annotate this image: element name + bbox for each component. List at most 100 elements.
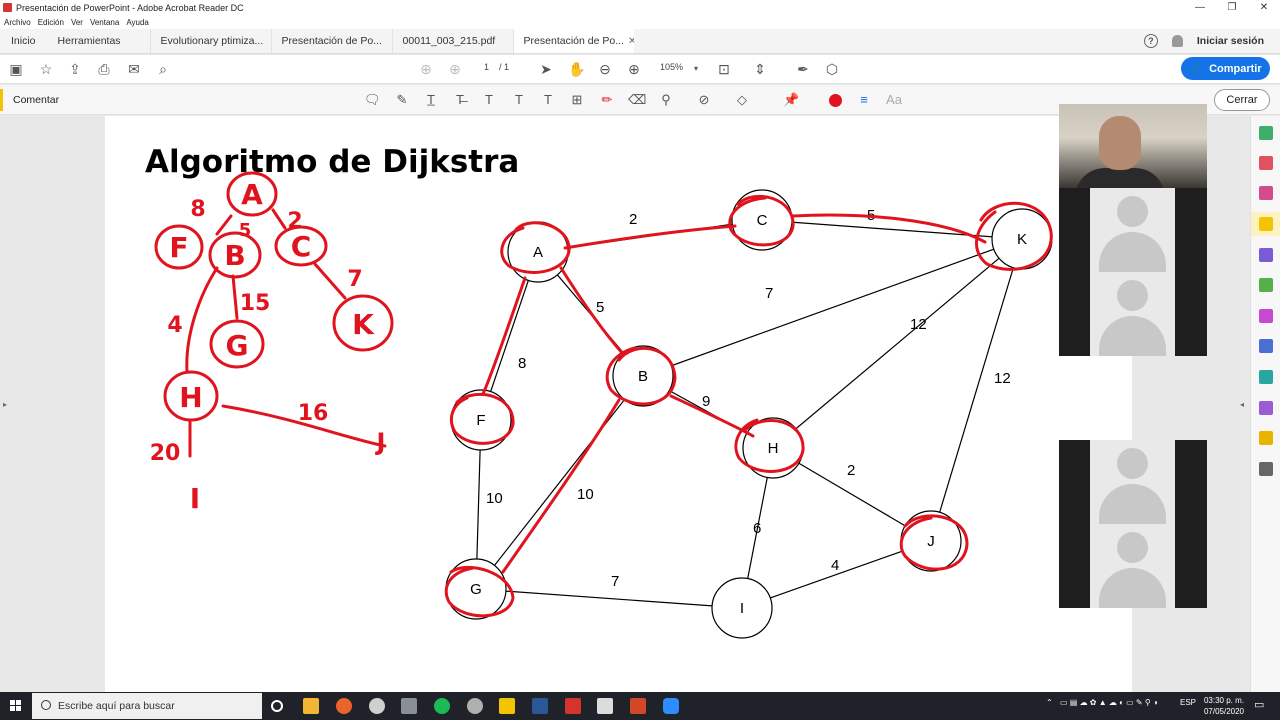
spotify-icon[interactable] bbox=[434, 698, 450, 714]
eraser-icon[interactable]: ⌫ bbox=[628, 92, 646, 108]
export-pdf-icon[interactable] bbox=[1259, 126, 1273, 140]
app-icon[interactable] bbox=[467, 698, 483, 714]
tray-icons[interactable]: ▭ ▤ ☁ ✿ ▲ ☁ ◐ ▭ ✎ ⚲ ◑ bbox=[1060, 698, 1158, 707]
zoom-in-icon[interactable]: ⊕ bbox=[626, 61, 642, 77]
minimize-button[interactable]: — bbox=[1184, 2, 1216, 13]
app-icon[interactable] bbox=[401, 698, 417, 714]
weight-g-i: 7 bbox=[611, 573, 619, 590]
stamp-icon[interactable]: ⚲ bbox=[658, 92, 674, 108]
firefox-icon[interactable] bbox=[336, 698, 352, 714]
star-icon[interactable]: ☆ bbox=[38, 61, 54, 77]
compress-icon[interactable] bbox=[1259, 370, 1273, 384]
windows-start-icon[interactable] bbox=[10, 700, 22, 712]
highlight-icon[interactable]: ✎ bbox=[394, 92, 410, 108]
fill-sign-rail-icon[interactable] bbox=[1259, 309, 1273, 323]
comment-tool-icon[interactable] bbox=[1259, 217, 1273, 231]
share-button[interactable]: 👤 Compartir bbox=[1181, 57, 1270, 80]
send-comment-icon[interactable] bbox=[1259, 431, 1273, 445]
right-panel-arrow-icon[interactable]: ◂ bbox=[1240, 400, 1244, 409]
video-tile-presenter[interactable] bbox=[1059, 104, 1207, 188]
sticky-note-icon[interactable]: 🗨 bbox=[364, 92, 381, 108]
fill-sign-icon[interactable]: ⬡ bbox=[824, 61, 840, 77]
scroll-mode-icon[interactable]: ⇕ bbox=[752, 61, 768, 77]
protect-icon[interactable] bbox=[1259, 339, 1273, 353]
edit-pdf-icon[interactable] bbox=[1259, 186, 1273, 200]
text-box-icon[interactable]: ⊞ bbox=[569, 92, 585, 108]
menu-ver[interactable]: Ver bbox=[71, 18, 83, 27]
restore-button[interactable]: ❐ bbox=[1216, 2, 1248, 13]
attach-icon[interactable]: ⊘ bbox=[696, 92, 712, 108]
menu-ayuda[interactable]: Ayuda bbox=[126, 18, 149, 27]
more-tools-icon[interactable] bbox=[1259, 462, 1273, 476]
menu-ventana[interactable]: Ventana bbox=[90, 18, 119, 27]
page-number-input[interactable]: 1 bbox=[484, 62, 489, 72]
zoom-dropdown-icon[interactable]: ▾ bbox=[688, 61, 704, 77]
replace-text-icon[interactable]: T bbox=[481, 92, 497, 108]
sign-icon[interactable]: ✒ bbox=[795, 61, 811, 77]
cursor-icon[interactable]: ➤ bbox=[538, 61, 554, 77]
hand-node-j: J bbox=[375, 428, 386, 456]
bell-icon[interactable] bbox=[1171, 35, 1183, 47]
taskbar-search-box[interactable]: Escribe aquí para buscar bbox=[32, 693, 262, 719]
font-size-icon[interactable]: Aa bbox=[886, 92, 902, 108]
video-tile-participants-1[interactable] bbox=[1059, 188, 1207, 356]
close-comment-button[interactable]: Cerrar bbox=[1214, 89, 1270, 111]
menu-edicion[interactable]: Edición bbox=[38, 18, 64, 27]
close-window-button[interactable]: ✕ bbox=[1248, 2, 1280, 13]
document-tab-active[interactable]: Presentación de Po... ✕ bbox=[512, 29, 634, 53]
document-tab[interactable]: Presentación de Po... bbox=[270, 29, 392, 53]
video-tile-participants-2[interactable] bbox=[1059, 440, 1207, 608]
document-tab[interactable]: Evolutionary ptimiza... bbox=[149, 29, 271, 53]
search-icon bbox=[41, 700, 51, 710]
acrobat-taskbar-icon[interactable] bbox=[565, 698, 581, 714]
word-icon[interactable] bbox=[532, 698, 548, 714]
document-tab[interactable]: 00011_003_215.pdf bbox=[391, 29, 513, 53]
menu-archivo[interactable]: Archivo bbox=[4, 18, 31, 27]
notifications-icon[interactable]: ▭ bbox=[1254, 698, 1264, 711]
shapes-icon[interactable]: ◇ bbox=[734, 92, 750, 108]
zoom-level-select[interactable]: 105% bbox=[660, 62, 683, 72]
file-explorer-icon[interactable] bbox=[303, 698, 319, 714]
underline-text-icon[interactable]: T̲ bbox=[423, 92, 439, 108]
ink-path-a-b bbox=[559, 266, 625, 356]
pencil-icon[interactable]: ✏ bbox=[599, 92, 615, 108]
request-signature-icon[interactable] bbox=[1259, 401, 1273, 415]
strikethrough-icon[interactable]: T̶ bbox=[452, 92, 468, 108]
powerpoint-icon[interactable] bbox=[630, 698, 646, 714]
tab-herramientas[interactable]: Herramientas bbox=[47, 29, 132, 53]
insert-text-icon[interactable]: T bbox=[511, 92, 527, 108]
close-tab-icon[interactable]: ✕ bbox=[628, 36, 634, 47]
organize-pages-icon[interactable] bbox=[1259, 278, 1273, 292]
line-weight-icon[interactable]: ≡ bbox=[856, 92, 872, 108]
pin-icon[interactable]: 📌 bbox=[783, 92, 799, 108]
create-pdf-icon[interactable] bbox=[1259, 156, 1273, 170]
save-icon[interactable]: ▣ bbox=[8, 61, 24, 77]
combine-files-icon[interactable] bbox=[1259, 248, 1273, 262]
color-picker-icon[interactable] bbox=[827, 92, 843, 108]
hand-node-k: K bbox=[352, 308, 375, 341]
zoom-app-icon[interactable] bbox=[663, 698, 679, 714]
left-panel-arrow-icon[interactable]: ▸ bbox=[3, 400, 7, 409]
tray-chevron-icon[interactable]: ⌃ bbox=[1046, 698, 1053, 707]
page-up-icon[interactable]: ⊕ bbox=[418, 61, 434, 77]
help-icon[interactable]: ? bbox=[1143, 34, 1158, 48]
search-icon[interactable]: ⌕ bbox=[155, 61, 171, 77]
mail-icon[interactable]: ✉ bbox=[126, 61, 142, 77]
page-down-icon[interactable]: ⊕ bbox=[447, 61, 463, 77]
weight-i-j: 4 bbox=[831, 557, 839, 574]
language-indicator[interactable]: ESP bbox=[1180, 698, 1196, 707]
page-total: / 1 bbox=[499, 62, 510, 72]
zoom-out-icon[interactable]: ⊖ bbox=[597, 61, 613, 77]
settings-icon[interactable] bbox=[369, 698, 385, 714]
sign-in-link[interactable]: Iniciar sesión bbox=[1197, 35, 1264, 47]
upload-icon[interactable]: ⇪ bbox=[67, 61, 83, 77]
taskbar-clock[interactable]: 03:30 p. m. 07/05/2020 bbox=[1196, 695, 1244, 717]
tab-inicio[interactable]: Inicio bbox=[0, 29, 47, 53]
hand-icon[interactable]: ✋ bbox=[568, 61, 585, 77]
calculator-icon[interactable] bbox=[597, 698, 613, 714]
text-comment-icon[interactable]: T bbox=[540, 92, 556, 108]
sticky-notes-icon[interactable] bbox=[499, 698, 515, 714]
fit-page-icon[interactable]: ⊡ bbox=[716, 61, 732, 77]
print-icon[interactable]: ⎙ bbox=[96, 61, 112, 77]
cortana-icon[interactable] bbox=[271, 700, 283, 712]
